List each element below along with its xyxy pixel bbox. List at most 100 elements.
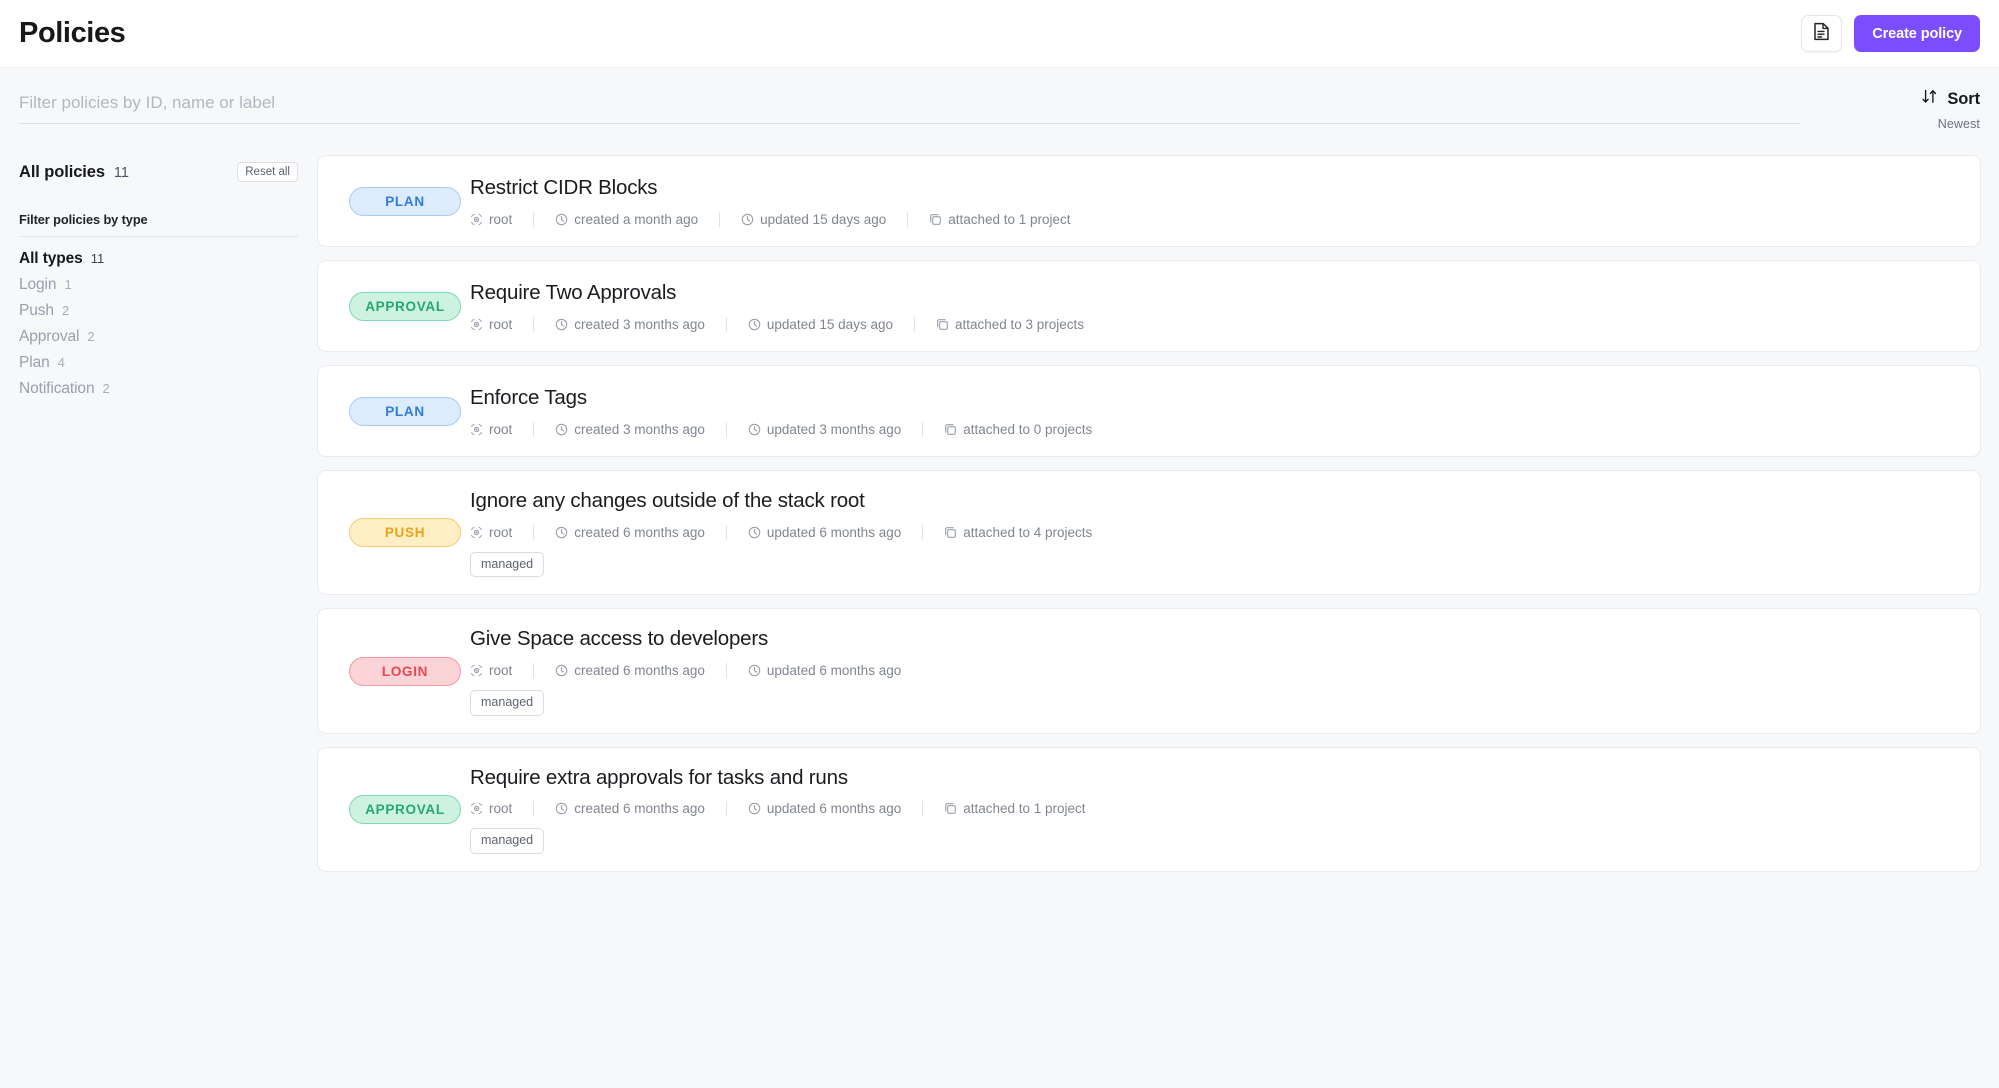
type-filter-notification[interactable]: Notification 2: [19, 380, 298, 406]
policy-created-label: created a month ago: [574, 211, 699, 227]
type-filter-label: Approval: [19, 328, 80, 345]
clock-icon: [748, 664, 761, 677]
policy-space-label: root: [489, 524, 513, 540]
policy-created: created a month ago: [555, 212, 698, 227]
meta-divider: [922, 421, 924, 437]
content-area: All policies 11 Reset all Filter policie…: [0, 146, 1999, 1088]
space-icon: [470, 213, 483, 226]
policy-type-badge-wrapper: APPROVAL: [340, 291, 470, 321]
policy-attached-label: attached to 0 projects: [963, 421, 1093, 437]
type-filter-push[interactable]: Push 2: [19, 302, 298, 328]
policy-type-badge-wrapper: PLAN: [340, 186, 470, 216]
type-filter-label: Plan: [19, 354, 50, 371]
policy-card[interactable]: PLAN Restrict CIDR Blocks root created a mo…: [317, 155, 1981, 247]
policy-name[interactable]: Enforce Tags: [470, 385, 1958, 411]
create-policy-button[interactable]: Create policy: [1854, 15, 1980, 52]
policy-attached-label: attached to 1 project: [963, 801, 1086, 817]
meta-divider: [913, 316, 915, 332]
policies-list[interactable]: PLAN Restrict CIDR Blocks root created a mo…: [317, 146, 1999, 1088]
type-filter-approval[interactable]: Approval 2: [19, 328, 298, 354]
sort-selected-value: Newest: [1937, 117, 1980, 131]
clock-icon: [555, 213, 568, 226]
policy-type-badge: PLAN: [349, 396, 461, 426]
policy-space: root: [470, 317, 512, 332]
policy-updated-label: updated 15 days ago: [766, 316, 893, 332]
policy-name[interactable]: Give Space access to developers: [470, 626, 1958, 652]
policy-label-chip[interactable]: managed: [470, 551, 545, 578]
top-header-bar: Policies Create policy: [0, 0, 1999, 68]
space-icon: [470, 664, 483, 677]
reset-all-button[interactable]: Reset all: [237, 161, 298, 183]
policy-space-label: root: [489, 801, 513, 817]
policy-details: Give Space access to developers root creat…: [470, 626, 1958, 716]
policy-name[interactable]: Ignore any changes outside of the stack …: [470, 488, 1958, 514]
meta-divider: [907, 211, 909, 227]
clock-icon: [748, 423, 761, 436]
type-filter-label: Push: [19, 302, 54, 319]
policy-card[interactable]: PLAN Enforce Tags root created 3 months ago…: [317, 365, 1981, 457]
policy-name[interactable]: Require extra approvals for tasks and ru…: [470, 765, 1958, 791]
meta-divider: [922, 524, 924, 540]
space-icon: [470, 318, 483, 331]
policy-labels: managed: [470, 551, 1958, 578]
policy-name[interactable]: Restrict CIDR Blocks: [470, 175, 1958, 201]
type-filter-count: 2: [102, 381, 110, 396]
type-filter-label: Notification: [19, 380, 95, 397]
policy-label-chip[interactable]: managed: [470, 828, 545, 855]
policy-labels: managed: [470, 828, 1958, 855]
policy-attached: attached to 4 projects: [944, 525, 1092, 540]
meta-divider: [725, 663, 727, 678]
policy-card[interactable]: APPROVAL Require extra approvals for task…: [317, 746, 1981, 873]
policy-updated: updated 6 months ago: [748, 525, 901, 540]
policy-updated-label: updated 6 months ago: [766, 801, 902, 817]
policy-created-label: created 6 months ago: [574, 663, 705, 678]
documentation-button[interactable]: [1801, 15, 1843, 52]
policy-type-badge-wrapper: LOGIN: [340, 656, 470, 686]
policy-card[interactable]: LOGIN Give Space access to developers root…: [317, 608, 1981, 734]
type-filter-label: All types: [19, 250, 83, 267]
policy-updated: updated 15 days ago: [741, 212, 886, 227]
policy-card[interactable]: APPROVAL Require Two Approvals root created…: [317, 260, 1981, 352]
policy-type-badge: PLAN: [349, 186, 461, 216]
meta-divider: [533, 524, 535, 540]
policy-attached: attached to 0 projects: [944, 422, 1092, 437]
header-actions: Create policy: [1801, 15, 1980, 52]
meta-divider: [533, 421, 535, 437]
sort-control[interactable]: Sort Newest: [1830, 68, 1980, 131]
stack-copy-icon: [936, 318, 949, 331]
policy-type-badge: LOGIN: [349, 656, 461, 686]
policy-label-chip[interactable]: managed: [470, 690, 545, 716]
policy-space-label: root: [489, 421, 513, 437]
policy-meta-row: root created 6 months ago updated 6 months…: [470, 524, 1958, 540]
search-input[interactable]: [19, 93, 1800, 124]
policy-attached-label: attached to 1 project: [948, 211, 1071, 227]
type-filter-count: 1: [64, 277, 72, 292]
type-filter-login[interactable]: Login 1: [19, 276, 298, 302]
policy-created-label: created 3 months ago: [574, 421, 705, 437]
type-filter-all-types[interactable]: All types 11: [19, 250, 298, 276]
policy-updated-label: updated 15 days ago: [760, 211, 887, 227]
policy-created: created 6 months ago: [555, 525, 705, 540]
policy-created: created 6 months ago: [555, 801, 705, 816]
policy-updated-label: updated 3 months ago: [766, 421, 902, 437]
type-filter-label: Login: [19, 276, 57, 293]
page-title: Policies: [19, 17, 126, 49]
policy-name[interactable]: Require Two Approvals: [470, 280, 1958, 306]
type-filter-plan[interactable]: Plan 4: [19, 354, 298, 380]
policy-updated: updated 6 months ago: [748, 663, 901, 678]
policy-updated: updated 15 days ago: [748, 317, 893, 332]
policy-created: created 6 months ago: [555, 663, 705, 678]
policy-type-badge-wrapper: PLAN: [340, 396, 470, 426]
policy-updated-label: updated 6 months ago: [766, 663, 902, 678]
space-icon: [470, 423, 483, 436]
meta-divider: [922, 801, 924, 817]
policy-type-badge-wrapper: PUSH: [340, 518, 470, 548]
policy-space: root: [470, 801, 512, 816]
policy-card[interactable]: PUSH Ignore any changes outside of the st…: [317, 470, 1981, 596]
space-icon: [470, 802, 483, 815]
clock-icon: [555, 423, 568, 436]
policy-attached-label: attached to 3 projects: [954, 316, 1085, 332]
policy-meta-row: root created 6 months ago updated 6 months…: [470, 663, 1958, 678]
meta-divider: [533, 316, 535, 332]
policy-type-badge-wrapper: APPROVAL: [340, 794, 470, 824]
